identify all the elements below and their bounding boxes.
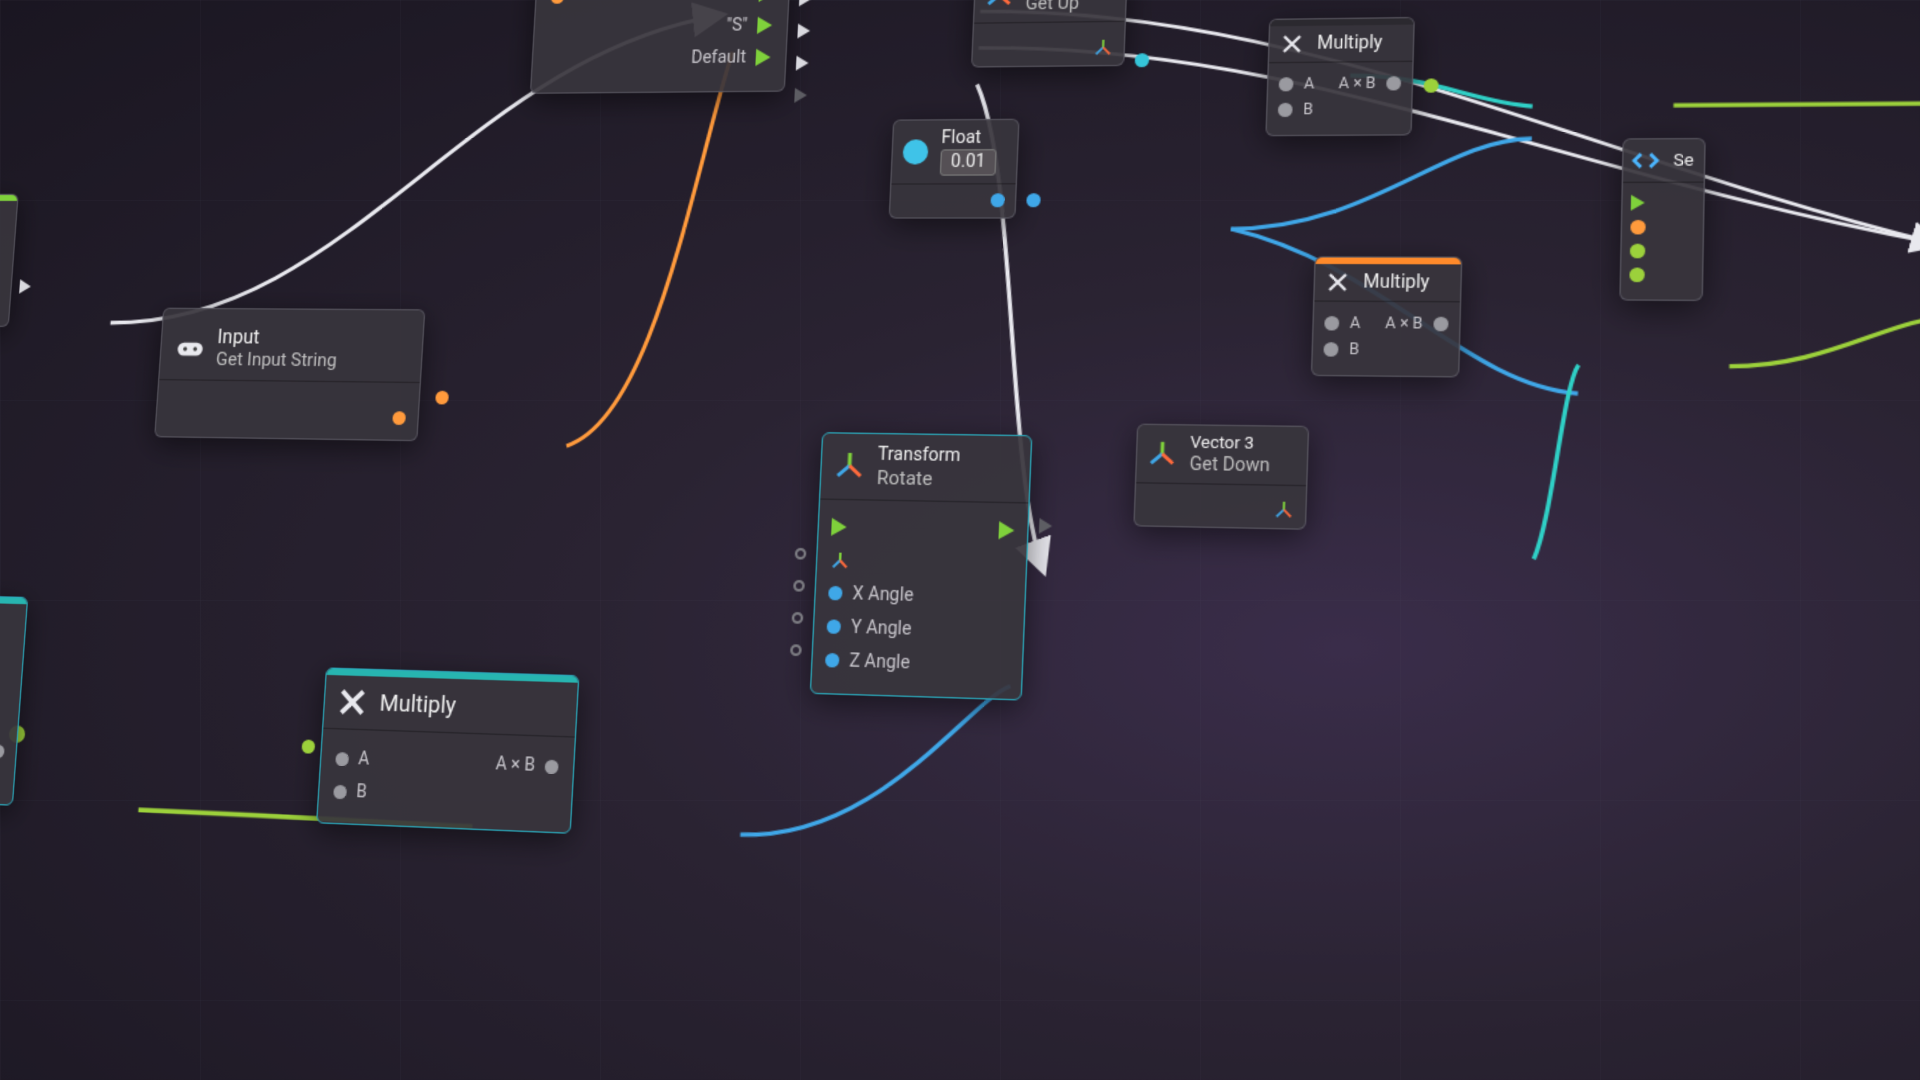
node-update-event[interactable]: Update Event — [0, 194, 19, 327]
wire-endpoint[interactable] — [1424, 78, 1439, 92]
node-partial-right[interactable]: Se — [1619, 138, 1706, 301]
pin-socket[interactable] — [792, 612, 804, 624]
output-pin[interactable] — [0, 744, 5, 758]
node-title: Transform — [877, 444, 961, 467]
exec-pin-icon[interactable] — [797, 23, 810, 38]
output-pin[interactable] — [545, 759, 559, 774]
case-label: "W" — [723, 0, 750, 4]
node-subtitle: Get Up — [1025, 0, 1087, 15]
output-pin[interactable] — [392, 411, 406, 425]
output-pin[interactable] — [1135, 53, 1150, 67]
exec-in-arrow-icon[interactable] — [1631, 195, 1645, 211]
float-type-icon — [902, 139, 928, 164]
node-graph-canvas[interactable]: Update Event Input Get Input String — [0, 0, 1920, 1080]
wire-endpoint[interactable] — [1026, 193, 1041, 207]
wire-endpoint[interactable] — [301, 739, 315, 753]
node-partial-left[interactable] — [0, 591, 28, 806]
exec-pin-icon[interactable] — [796, 56, 809, 71]
node-title: Multiply — [379, 690, 457, 719]
expr-label: A × B — [495, 754, 536, 776]
exec-out-arrow-icon[interactable] — [998, 521, 1014, 539]
port-label: A — [1304, 74, 1315, 92]
node-transform-rotate[interactable]: Transform Rotate X Angle Y Angle Z Angle — [810, 432, 1033, 700]
expr-label: A × B — [1339, 74, 1376, 92]
port-label: A — [1350, 314, 1361, 332]
node-subtitle: Rotate — [876, 466, 960, 491]
input-pin-a[interactable] — [1324, 315, 1339, 329]
node-vector3-get-up[interactable]: Vector 3 Get Up — [971, 0, 1128, 68]
port-label: B — [356, 782, 368, 803]
wire-endpoint[interactable] — [435, 391, 449, 405]
pin-socket[interactable] — [793, 580, 805, 592]
output-pin[interactable] — [1433, 316, 1448, 331]
multiply-icon — [1325, 271, 1350, 295]
input-pin[interactable] — [1629, 267, 1645, 282]
expr-label: A × B — [1385, 314, 1423, 333]
exec-pin-icon[interactable] — [799, 0, 812, 6]
unconnected-pins — [790, 548, 807, 656]
multiply-icon — [336, 685, 369, 719]
input-pin[interactable] — [825, 653, 840, 668]
axis-mini-icon — [829, 550, 850, 571]
float-value-input[interactable]: 0.01 — [940, 149, 997, 175]
case-label: "S" — [726, 16, 748, 36]
node-title: Input — [217, 325, 339, 349]
exec-pin-icon[interactable] — [1039, 518, 1053, 534]
case-exec-out-icon[interactable] — [757, 17, 773, 34]
case-exec-out-icon[interactable] — [755, 49, 771, 66]
input-pin-a[interactable] — [335, 751, 349, 765]
input-pin[interactable] — [826, 620, 841, 635]
exec-in-arrow-icon[interactable] — [831, 518, 847, 536]
pin-socket[interactable] — [790, 644, 802, 656]
node-multiply-top[interactable]: Multiply A A × B B — [1265, 17, 1415, 136]
axis-icon — [985, 0, 1014, 9]
node-subtitle: Get Down — [1189, 454, 1270, 477]
input-pin[interactable] — [1630, 243, 1646, 258]
input-pin-a[interactable] — [1279, 77, 1294, 91]
port-label: A — [358, 749, 370, 770]
node-multiply-mid[interactable]: Multiply A A × B B — [1311, 256, 1463, 377]
axis-icon — [834, 451, 866, 482]
node-float[interactable]: Float 0.01 — [889, 119, 1020, 218]
input-pin-b[interactable] — [1278, 102, 1293, 116]
axis-mini-icon — [1273, 499, 1295, 520]
exec-pin-icon[interactable] — [794, 88, 807, 103]
input-pin-b[interactable] — [333, 784, 347, 798]
selector-pin[interactable] — [551, 0, 565, 3]
node-title: Se — [1673, 150, 1694, 170]
node-title: Vector 3 — [1190, 433, 1271, 455]
code-icon — [1632, 147, 1660, 173]
node-input-get-string[interactable]: Input Get Input String — [154, 308, 425, 442]
port-label: B — [1303, 100, 1313, 118]
case-exec-out-icon[interactable] — [759, 0, 775, 2]
port-label: Z Angle — [849, 651, 911, 674]
gamepad-icon — [174, 331, 206, 363]
node-title: Multiply — [1363, 272, 1430, 293]
output-pin[interactable] — [990, 193, 1005, 207]
port-label: X Angle — [852, 584, 914, 606]
output-pin[interactable] — [1386, 76, 1401, 90]
node-vector3-get-down[interactable]: Vector 3 Get Down — [1133, 424, 1309, 531]
port-label: B — [1349, 340, 1360, 358]
node-title: Multiply — [1317, 33, 1383, 54]
default-label: Default — [691, 48, 747, 68]
node-subtitle: Get Input String — [215, 348, 337, 371]
input-pin[interactable] — [828, 586, 843, 601]
node-switch-on-string[interactable]: Switch On String " " "W" "S" Default — [530, 0, 796, 94]
input-pin-b[interactable] — [1323, 342, 1338, 357]
multiply-icon — [1280, 32, 1304, 55]
pin-socket[interactable] — [795, 548, 807, 560]
axis-mini-icon — [1092, 38, 1113, 58]
node-title: Float — [941, 128, 998, 149]
exec-pin-icon[interactable] — [19, 279, 31, 293]
input-pin[interactable] — [1630, 219, 1646, 234]
node-multiply-bottom[interactable]: Multiply A A × B B — [316, 667, 579, 834]
port-label: Y Angle — [850, 617, 911, 639]
axis-icon — [1147, 440, 1177, 469]
